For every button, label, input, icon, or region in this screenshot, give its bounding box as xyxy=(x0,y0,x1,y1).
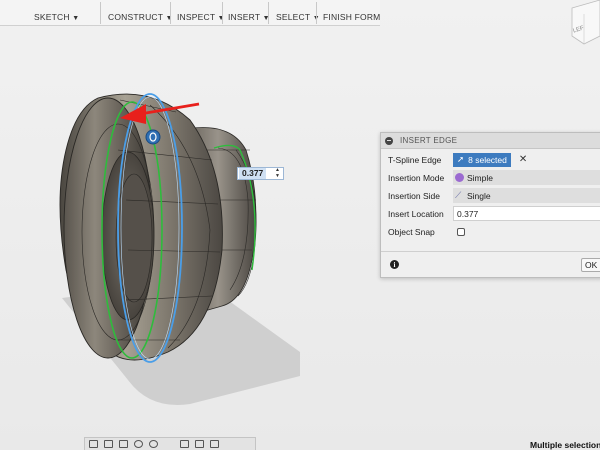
single-side-icon: ⟋ xyxy=(455,190,462,200)
pan-icon[interactable] xyxy=(119,440,128,448)
insertion-side-label: Insertion Side xyxy=(388,190,440,201)
insertion-side-value: Single xyxy=(467,190,491,201)
object-snap-checkbox[interactable] xyxy=(457,227,465,236)
simple-mode-icon xyxy=(455,173,464,182)
spinner-icon[interactable]: ▲ ▼ xyxy=(275,167,280,179)
selection-count: 8 selected xyxy=(468,154,507,165)
construct-label: CONSTRUCT xyxy=(108,12,164,22)
insert-location-input-overlay[interactable]: 0.377 ▲ ▼ xyxy=(237,167,284,180)
ok-button[interactable]: OK xyxy=(581,258,600,272)
display-settings-icon[interactable] xyxy=(180,440,189,448)
select-label: SELECT xyxy=(276,12,311,22)
insertion-mode-label: Insertion Mode xyxy=(388,172,445,183)
insertion-mode-row: Insertion Mode Simple xyxy=(381,169,600,186)
value-text: 0.377 xyxy=(239,168,267,179)
grid-icon[interactable] xyxy=(210,440,219,448)
tspline-edge-value: ➚ 8 selected ✕ xyxy=(453,152,600,167)
status-bar-text: Multiple selections xyxy=(530,440,600,450)
sketch-menu[interactable]: SKETCH ▼ xyxy=(34,0,79,26)
finish-form-label: FINISH FORM xyxy=(323,12,381,22)
toolbar-divider xyxy=(316,2,317,24)
object-snap-label: Object Snap xyxy=(388,226,435,237)
insertion-side-select[interactable]: ⟋ Single xyxy=(453,188,600,203)
insert-location-label: Insert Location xyxy=(388,208,444,219)
viewcube[interactable] xyxy=(571,0,600,45)
inspect-label: INSPECT xyxy=(177,12,216,22)
chevron-down-icon: ▼ xyxy=(72,15,80,22)
insert-location-input[interactable]: 0.377 xyxy=(453,206,600,221)
zoom-icon[interactable] xyxy=(134,440,143,448)
inspect-menu[interactable]: INSPECT ▼ xyxy=(177,0,225,26)
object-snap-row: Object Snap xyxy=(381,223,600,240)
insert-location-row: Insert Location 0.377 xyxy=(381,205,600,222)
insert-label: INSERT xyxy=(228,12,261,22)
toolbar-divider xyxy=(268,2,269,24)
dialog-footer: i OK xyxy=(381,251,600,277)
insert-location-value: 0.377 xyxy=(457,208,479,219)
insert-menu[interactable]: INSERT ▼ xyxy=(228,0,270,26)
finish-form-button[interactable]: FINISH FORM xyxy=(323,0,380,26)
tire-body[interactable] xyxy=(59,93,223,361)
dialog-title: INSERT EDGE xyxy=(400,136,458,145)
clear-selection-icon[interactable]: ✕ xyxy=(519,154,527,165)
toolbar-divider xyxy=(170,2,171,24)
toolbar-divider xyxy=(222,2,223,24)
insert-edge-dialog: INSERT EDGE T-Spline Edge ➚ 8 selected ✕… xyxy=(380,132,600,278)
insertion-mode-select[interactable]: Simple xyxy=(453,170,600,185)
construct-menu[interactable]: CONSTRUCT ▼ xyxy=(108,0,173,26)
insertion-side-row: Insertion Side ⟋ Single xyxy=(381,187,600,204)
sketch-label: SKETCH xyxy=(34,12,70,22)
look-at-icon[interactable] xyxy=(104,440,113,448)
dialog-header[interactable]: INSERT EDGE xyxy=(381,133,600,149)
info-icon[interactable]: i xyxy=(390,260,399,269)
select-menu[interactable]: SELECT ▼ xyxy=(276,0,320,26)
collapse-icon[interactable] xyxy=(385,136,393,145)
navigation-bar xyxy=(84,437,256,450)
tspline-edge-row: T-Spline Edge ➚ 8 selected ✕ xyxy=(381,151,600,168)
tspline-edge-label: T-Spline Edge xyxy=(388,154,442,165)
insertion-mode-value: Simple xyxy=(467,172,493,183)
edge-selection-button[interactable]: ➚ 8 selected xyxy=(453,152,511,167)
manipulator-handle-icon[interactable] xyxy=(145,129,161,145)
cursor-icon: ➚ xyxy=(457,154,465,164)
visual-style-icon[interactable] xyxy=(195,440,204,448)
object-snap-value xyxy=(453,224,600,239)
fit-icon[interactable] xyxy=(149,440,158,448)
orbit-icon[interactable] xyxy=(89,440,98,448)
main-toolbar: SKETCH ▼ CONSTRUCT ▼ INSPECT ▼ INSERT ▼ … xyxy=(0,0,380,26)
toolbar-divider xyxy=(100,2,101,24)
